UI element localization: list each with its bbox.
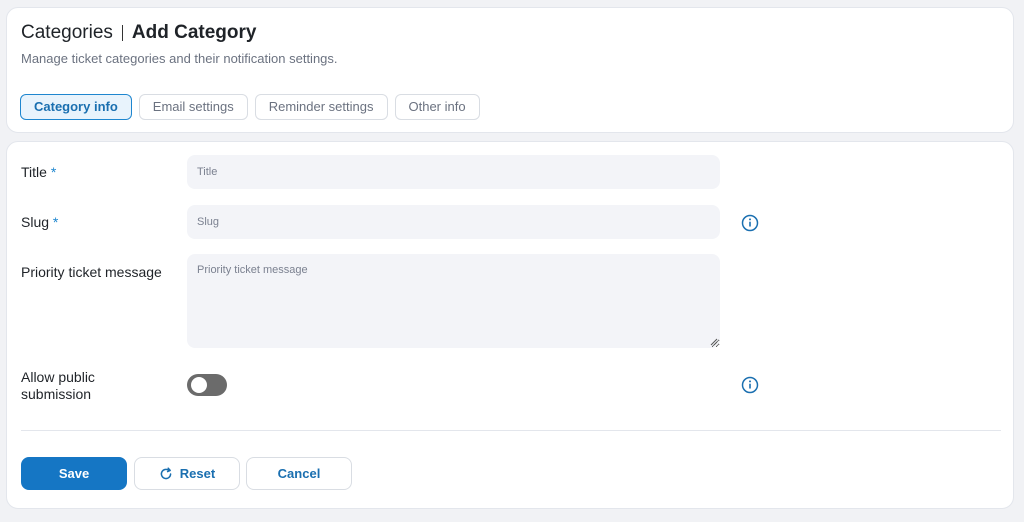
slug-label: Slug *: [21, 214, 58, 231]
page-title: Add Category: [131, 22, 257, 43]
page-heading: Categories Add Category: [21, 22, 256, 44]
page-subtitle: Manage ticket categories and their notif…: [21, 51, 338, 66]
title-input[interactable]: [187, 155, 720, 189]
tab-bar: Category info Email settings Reminder se…: [20, 94, 480, 120]
required-mark: *: [52, 214, 59, 230]
allow-public-label-line1: Allow public: [21, 369, 95, 385]
allow-public-info-icon[interactable]: [741, 376, 759, 394]
save-button-label: Save: [58, 466, 90, 481]
cancel-button[interactable]: Cancel: [246, 457, 352, 490]
category-form: Title * Slug * Priority ticket message A…: [6, 141, 1014, 509]
reset-button-label: Reset: [179, 466, 216, 481]
slug-label-text: Slug: [21, 214, 50, 230]
tab-reminder-settings[interactable]: Reminder settings: [254, 94, 388, 120]
cancel-button-label: Cancel: [277, 466, 321, 481]
title-label-text: Title: [21, 164, 47, 180]
priority-message-textarea[interactable]: [187, 254, 720, 348]
tab-email-settings[interactable]: Email settings: [138, 94, 248, 120]
tab-category-info[interactable]: Category info: [20, 94, 132, 120]
breadcrumb-categories[interactable]: Categories: [21, 22, 113, 44]
refresh-icon: [160, 466, 172, 479]
resize-handle-icon[interactable]: [710, 338, 718, 346]
priority-message-label: Priority ticket message: [21, 264, 162, 280]
breadcrumb-separator: [121, 25, 123, 41]
slug-info-icon[interactable]: [741, 214, 759, 232]
form-divider: [21, 430, 1001, 431]
allow-public-label-line2: submission: [21, 386, 92, 402]
title-label: Title *: [21, 164, 56, 181]
allow-public-toggle[interactable]: [187, 374, 227, 396]
tab-other-info[interactable]: Other info: [394, 94, 480, 120]
slug-input[interactable]: [187, 205, 720, 239]
required-mark: *: [50, 164, 57, 180]
save-button[interactable]: Save: [21, 457, 127, 490]
header-card: Categories Add Category Manage ticket ca…: [6, 7, 1014, 133]
allow-public-label: Allow public submission: [21, 369, 95, 403]
reset-button[interactable]: Reset: [134, 457, 240, 490]
toggle-knob: [191, 377, 207, 393]
